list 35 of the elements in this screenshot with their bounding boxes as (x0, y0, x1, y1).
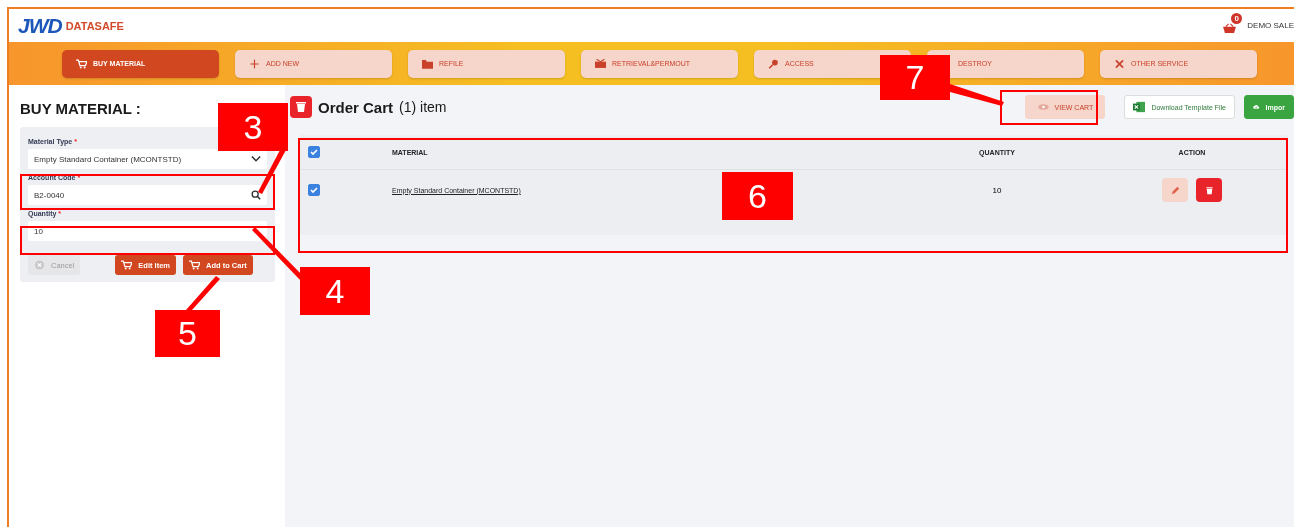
cart-icon (121, 260, 133, 270)
form-title: BUY MATERIAL : (20, 100, 142, 117)
cart-icon (76, 58, 87, 69)
callout-tooltip: 6 (722, 172, 793, 220)
basket-icon[interactable] (1222, 22, 1238, 34)
eye-icon (1037, 103, 1049, 111)
plus-icon (249, 58, 260, 69)
material-type-select[interactable]: Empty Standard Container (MCONTSTD) (28, 149, 267, 169)
folder-icon (422, 58, 433, 69)
user-name[interactable]: DEMO SALE (1247, 21, 1294, 30)
logo-mark: JWD (18, 13, 62, 38)
cloud-upload-icon (1253, 103, 1260, 111)
logo-text: DATASAFE (65, 19, 124, 32)
select-all-checkbox[interactable] (308, 146, 320, 158)
cart-item-count: (1) item (399, 99, 447, 115)
pencil-icon (1169, 184, 1181, 196)
search-icon[interactable] (251, 190, 261, 200)
key-icon (768, 58, 779, 69)
row-checkbox[interactable] (308, 184, 320, 196)
cart-icon (189, 260, 201, 270)
callout-tooltip: 7 (880, 55, 950, 100)
trash-icon (290, 96, 312, 118)
edit-button[interactable] (1162, 178, 1188, 202)
trash-icon (1203, 184, 1215, 196)
account-code-field[interactable]: B2-0040 (28, 185, 267, 205)
spreadsheet-icon (1133, 101, 1146, 113)
cart-count-badge: 0 (1231, 12, 1243, 24)
quantity-cell-text: 10 (991, 185, 1003, 195)
tools-icon (1114, 58, 1125, 69)
close-icon (34, 260, 45, 270)
callout-tooltip: 4 (300, 267, 370, 315)
box-icon (595, 58, 606, 69)
cart-title: Order Cart (318, 98, 394, 116)
delete-button[interactable] (1196, 178, 1222, 202)
chevron-icon (251, 154, 261, 164)
